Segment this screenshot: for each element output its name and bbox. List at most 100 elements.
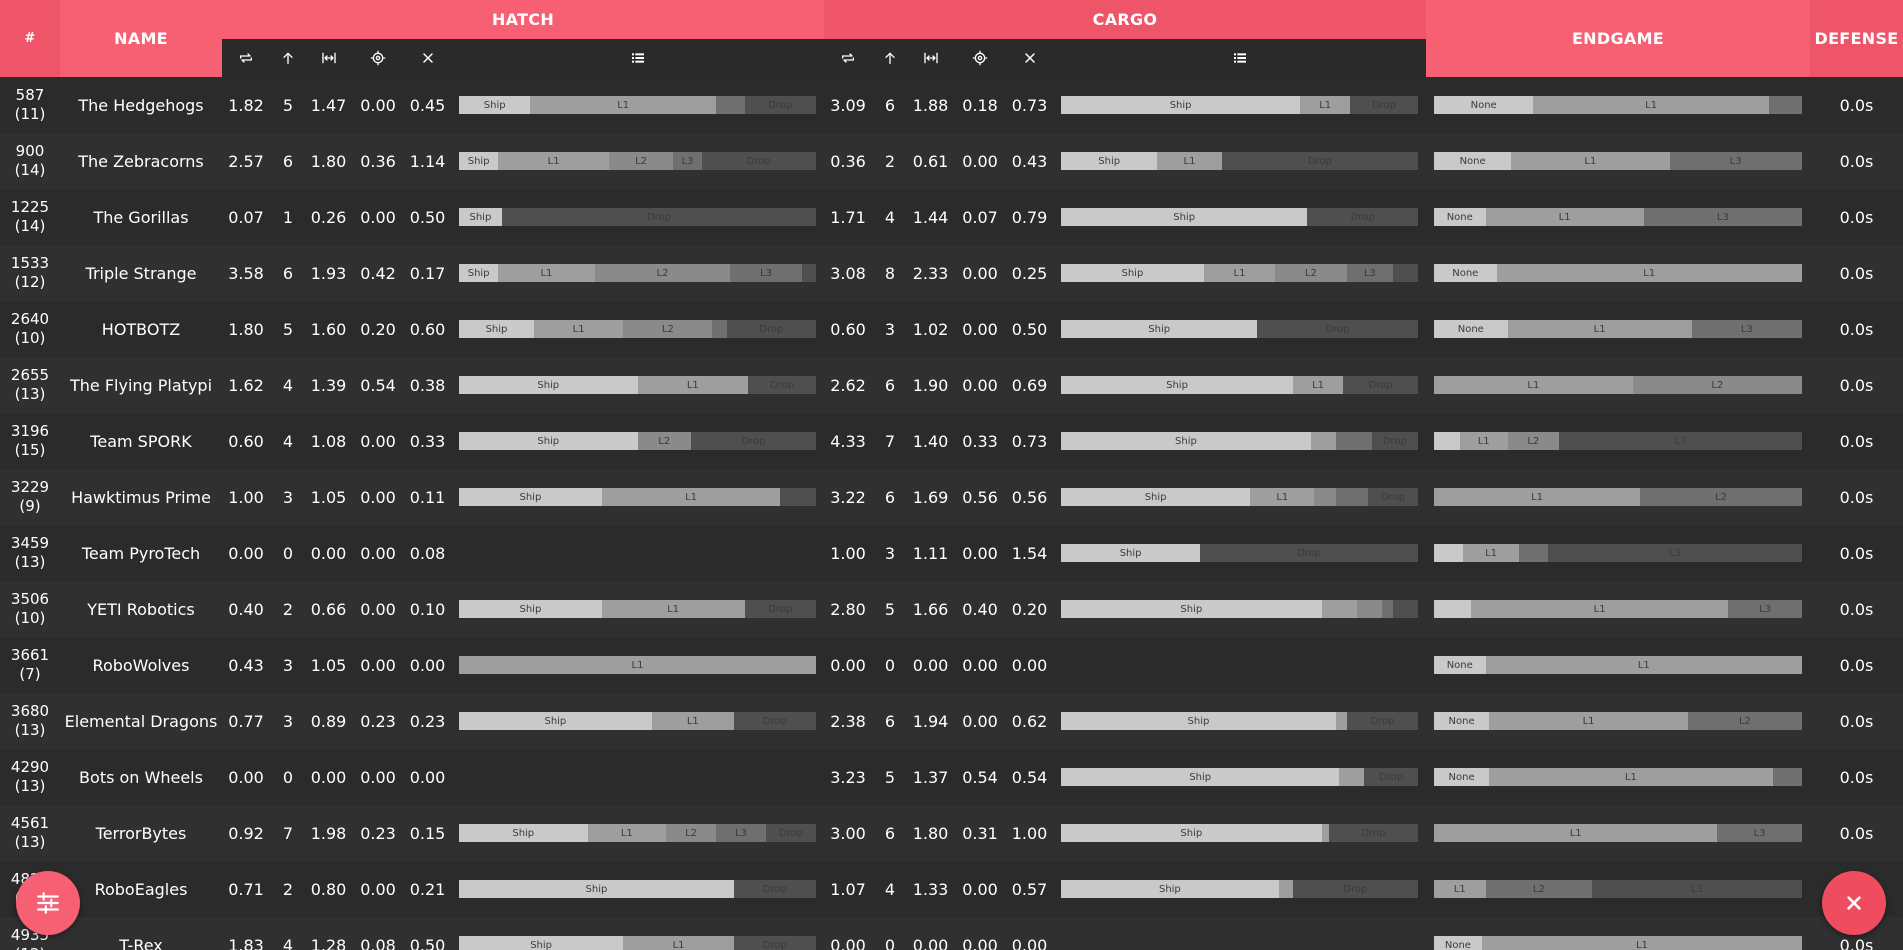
bar-segment: Drop: [733, 712, 816, 730]
table-row[interactable]: 3661 (7) RoboWolves 0.43 3 1.05 0.00 0.00 L1 0.00…: [0, 637, 1903, 693]
cargo-stat-4: 0.00: [962, 935, 998, 950]
hatch-stat-2: 0: [282, 543, 294, 563]
bar-segment: L1: [1489, 768, 1773, 786]
team-name: TerrorBytes: [95, 823, 187, 843]
bar-segment: L3: [1548, 544, 1802, 562]
hatch-stat-1: 3.58: [228, 263, 264, 283]
cargo-stat-3: 1.40: [912, 431, 949, 451]
endgame-distribution-bar: L1 L3: [1434, 544, 1802, 562]
bar-segment: Ship: [459, 96, 531, 114]
hatch-stat-4: 0.00: [360, 767, 396, 787]
bar-segment: [1772, 768, 1802, 786]
table-header: # NAME HATCH CARGO ENDGAME DEFENSE: [0, 0, 1903, 77]
col-header-cargo[interactable]: CARGO: [824, 0, 1426, 39]
team-name: Triple Strange: [85, 263, 197, 283]
table-row[interactable]: 3196 (15) Team SPORK 0.60 4 1.08 0.00 0.33 Ship L…: [0, 413, 1903, 469]
bar-segment: Ship: [459, 712, 652, 730]
cargo-close-icon[interactable]: [1007, 39, 1052, 77]
hatch-stat-3: 1.05: [310, 655, 347, 675]
table-row[interactable]: 2655 (13) The Flying Platypi 1.62 4 1.39 0.54 0…: [0, 357, 1903, 413]
table-row[interactable]: 3506 (10) YETI Robotics 0.40 2 0.66 0.00 0.10 Sh…: [0, 581, 1903, 637]
hatch-stat-2: 6: [282, 151, 294, 171]
col-header-endgame[interactable]: ENDGAME: [1426, 0, 1810, 77]
table-row[interactable]: 3229 (9) Hawktimus Prime 1.00 3 1.05 0.00 0.11 S…: [0, 469, 1903, 525]
filter-button[interactable]: [16, 871, 80, 935]
cargo-stat-2: 5: [884, 767, 896, 787]
hatch-stat-3: 1.60: [310, 319, 347, 339]
cargo-stat-5: 0.62: [1011, 711, 1048, 731]
hatch-arrow-up-icon[interactable]: [270, 39, 306, 77]
cargo-stat-2: 0: [884, 935, 896, 950]
hatch-cycle-icon[interactable]: [222, 39, 270, 77]
table-row[interactable]: 4561 (13) TerrorBytes 0.92 7 1.98 0.23 0.15 Ship…: [0, 805, 1903, 861]
cargo-stat-2: 2: [884, 151, 896, 171]
hatch-stat-4: 0.08: [360, 935, 396, 950]
hatch-range-icon[interactable]: [306, 39, 351, 77]
cargo-stat-4: 0.00: [962, 263, 998, 283]
table-row[interactable]: 900 (14) The Zebracorns 2.57 6 1.80 0.36 1.14 Sh…: [0, 133, 1903, 189]
bar-segment: Ship: [1061, 96, 1301, 114]
cargo-arrow-up-icon[interactable]: [872, 39, 908, 77]
hatch-stat-4: 0.20: [360, 319, 396, 339]
cargo-stat-3: 1.94: [912, 711, 949, 731]
cargo-stat-5: 1.54: [1011, 543, 1048, 563]
bar-segment: [1335, 488, 1368, 506]
defense-time: 0.0s: [1839, 711, 1874, 731]
table-row[interactable]: 4935(12)T-Rex1.8341.280.080.50ShipL1Drop…: [0, 917, 1903, 950]
bar-segment: L1: [459, 656, 816, 674]
bar-segment: Drop: [701, 152, 816, 170]
bar-segment: Ship: [459, 880, 734, 898]
cargo-stat-1: 1.71: [830, 207, 866, 227]
cargo-stat-1: 3.08: [830, 263, 866, 283]
cargo-distribution-bar: Ship L1 Drop: [1061, 96, 1418, 114]
col-header-number[interactable]: #: [0, 0, 60, 77]
cargo-list-icon[interactable]: [1061, 39, 1418, 77]
cargo-range-icon[interactable]: [908, 39, 953, 77]
bar-segment: L1: [1203, 264, 1276, 282]
bar-segment: None: [1434, 320, 1508, 338]
hatch-target-icon[interactable]: [351, 39, 405, 77]
table-row[interactable]: 4829(14)RoboEagles0.7120.800.000.21ShipD…: [0, 861, 1903, 917]
bar-segment: [1314, 488, 1336, 506]
bar-segment: L1: [1511, 152, 1670, 170]
hatch-list-icon[interactable]: [459, 39, 816, 77]
hatch-stat-3: 0.00: [310, 767, 347, 787]
hatch-stat-5: 0.50: [409, 935, 446, 950]
cargo-stat-1: 2.38: [830, 711, 866, 731]
col-header-name[interactable]: NAME: [60, 0, 222, 77]
close-fab-button[interactable]: [1822, 871, 1886, 935]
col-header-defense[interactable]: DEFENSE: [1810, 0, 1903, 77]
bar-segment: L1: [651, 712, 734, 730]
defense-time: 0.0s: [1839, 319, 1874, 339]
bar-segment: [712, 320, 727, 338]
bar-segment: L1: [1434, 376, 1633, 394]
bar-segment: L1: [1496, 264, 1802, 282]
table-row[interactable]: 587 (11) The Hedgehogs 1.82 5 1.47 0.00 0.45 Shi…: [0, 77, 1903, 133]
table-row[interactable]: 4290 (13) Bots on Wheels 0.00 0 0.00 0.00 0.00 3…: [0, 749, 1903, 805]
cargo-stat-2: 7: [884, 431, 896, 451]
bar-segment: [1321, 600, 1358, 618]
bar-segment: L1: [1507, 320, 1692, 338]
table-row[interactable]: 3680 (13) Elemental Dragons 0.77 3 0.89 0.23 0.…: [0, 693, 1903, 749]
cargo-stat-2: 6: [884, 487, 896, 507]
cargo-target-icon[interactable]: [953, 39, 1007, 77]
table-row[interactable]: 1225 (14) The Gorillas 0.07 1 0.26 0.00 0.50 Shi…: [0, 189, 1903, 245]
cargo-cycle-icon[interactable]: [824, 39, 872, 77]
table-row[interactable]: 1533 (12) Triple Strange 3.58 6 1.93 0.42 0.17 S…: [0, 245, 1903, 301]
col-header-hatch[interactable]: HATCH: [222, 0, 824, 39]
hatch-distribution-bar: Ship L1 Drop: [459, 376, 816, 394]
cargo-stat-3: 2.33: [912, 263, 949, 283]
hatch-stat-4: 0.00: [360, 431, 396, 451]
cargo-stat-2: 3: [884, 543, 896, 563]
endgame-distribution-bar: None L1 L3: [1434, 208, 1802, 226]
bar-segment: Ship: [1061, 600, 1322, 618]
team-name: YETI Robotics: [87, 599, 195, 619]
hatch-close-icon[interactable]: [405, 39, 450, 77]
table-row[interactable]: 2640 (10) HOTBOTZ 1.80 5 1.60 0.20 0.60 Ship L1 L2…: [0, 301, 1903, 357]
table-row[interactable]: 3459 (13) Team PyroTech 0.00 0 0.00 0.00 0.08 1.…: [0, 525, 1903, 581]
cargo-stat-2: 3: [884, 319, 896, 339]
hatch-stat-3: 1.47: [310, 95, 347, 115]
bar-segment: None: [1434, 712, 1490, 730]
cargo-distribution-bar: Ship Drop: [1061, 320, 1418, 338]
cargo-stat-2: 4: [884, 207, 896, 227]
